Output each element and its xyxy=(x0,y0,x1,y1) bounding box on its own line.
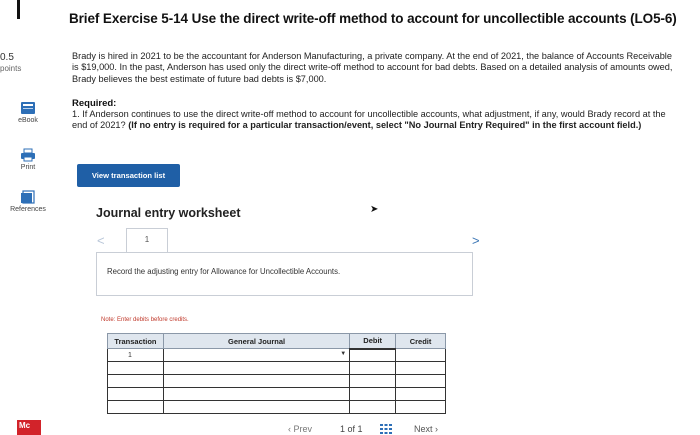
top-bar-mark xyxy=(17,0,20,19)
transaction-cell xyxy=(107,374,164,388)
print-label: Print xyxy=(20,164,36,171)
col-debit-header: Debit xyxy=(349,333,397,350)
sidebar: 0.5 points eBook Print References Mc xyxy=(0,0,55,435)
next-entry-chevron-icon[interactable]: > xyxy=(472,233,480,248)
question-hint: (If no entry is required for a particula… xyxy=(128,120,642,131)
entry-prompt: Record the adjusting entry for Allowance… xyxy=(107,267,341,276)
account-dropdown[interactable] xyxy=(162,387,351,401)
printer-icon xyxy=(21,148,35,162)
credit-input[interactable] xyxy=(395,361,446,375)
table-row: 1 ▼ xyxy=(107,348,446,362)
table-row xyxy=(107,387,446,401)
entry-note: Note: Enter debits before credits. xyxy=(101,317,189,323)
next-label: Next xyxy=(414,424,433,434)
points-label: points xyxy=(0,64,22,73)
transaction-cell xyxy=(107,400,164,414)
points-value: 0.5 xyxy=(0,52,14,63)
book-icon xyxy=(21,102,35,114)
debit-input[interactable] xyxy=(349,374,397,388)
page-count: 1 of 1 xyxy=(340,424,363,434)
credit-input[interactable] xyxy=(395,374,446,388)
print-button[interactable]: Print xyxy=(8,148,48,171)
credit-input[interactable] xyxy=(395,348,446,362)
required-label: Required: xyxy=(72,98,117,109)
references-button[interactable]: References xyxy=(8,190,48,213)
prev-entry-chevron-icon[interactable]: < xyxy=(97,233,105,248)
chevron-right-icon: › xyxy=(432,424,439,434)
account-dropdown[interactable] xyxy=(162,374,351,388)
transaction-cell: 1 xyxy=(107,348,164,362)
journal-entry-table: Transaction General Journal Debit Credit… xyxy=(107,333,446,414)
transaction-cell xyxy=(107,361,164,375)
col-credit-header: Credit xyxy=(395,333,446,349)
table-header-row: Transaction General Journal Debit Credit xyxy=(107,333,446,350)
debit-input[interactable] xyxy=(349,348,397,362)
references-icon xyxy=(21,190,35,204)
grid-icon[interactable] xyxy=(380,424,392,434)
ebook-label: eBook xyxy=(18,117,38,124)
entry-prompt-box: Record the adjusting entry for Allowance… xyxy=(96,252,473,296)
account-dropdown[interactable] xyxy=(162,361,351,375)
mcgraw-hill-logo: Mc xyxy=(17,420,41,435)
table-row xyxy=(107,374,446,388)
view-transaction-list-button[interactable]: View transaction list xyxy=(77,164,180,187)
table-row xyxy=(107,361,446,375)
points-display: 0.5 points xyxy=(0,52,21,74)
debit-input[interactable] xyxy=(349,361,397,375)
debit-input[interactable] xyxy=(349,400,397,414)
chevron-down-icon[interactable]: ▼ xyxy=(340,351,346,357)
credit-input[interactable] xyxy=(395,387,446,401)
page-title: Brief Exercise 5-14 Use the direct write… xyxy=(69,11,677,26)
problem-question: 1. If Anderson continues to use the dire… xyxy=(72,109,680,132)
account-dropdown[interactable]: ▼ xyxy=(162,348,351,362)
prev-label: Prev xyxy=(293,424,313,434)
transaction-cell xyxy=(107,387,164,401)
account-dropdown[interactable] xyxy=(162,400,351,414)
prev-button[interactable]: ‹ Prev xyxy=(288,424,312,434)
next-button[interactable]: Next › xyxy=(414,424,438,434)
entry-tab[interactable]: 1 xyxy=(126,228,168,252)
table-row xyxy=(107,400,446,414)
debit-input[interactable] xyxy=(349,387,397,401)
credit-input[interactable] xyxy=(395,400,446,414)
mouse-cursor-icon: ➤ xyxy=(370,204,379,215)
col-general-journal-header: General Journal xyxy=(162,333,351,349)
col-transaction-header: Transaction xyxy=(107,333,164,349)
ebook-button[interactable]: eBook xyxy=(8,101,48,124)
problem-intro: Brady is hired in 2021 to be the account… xyxy=(72,51,673,84)
references-label: References xyxy=(10,206,46,213)
worksheet-title: Journal entry worksheet xyxy=(96,206,241,220)
